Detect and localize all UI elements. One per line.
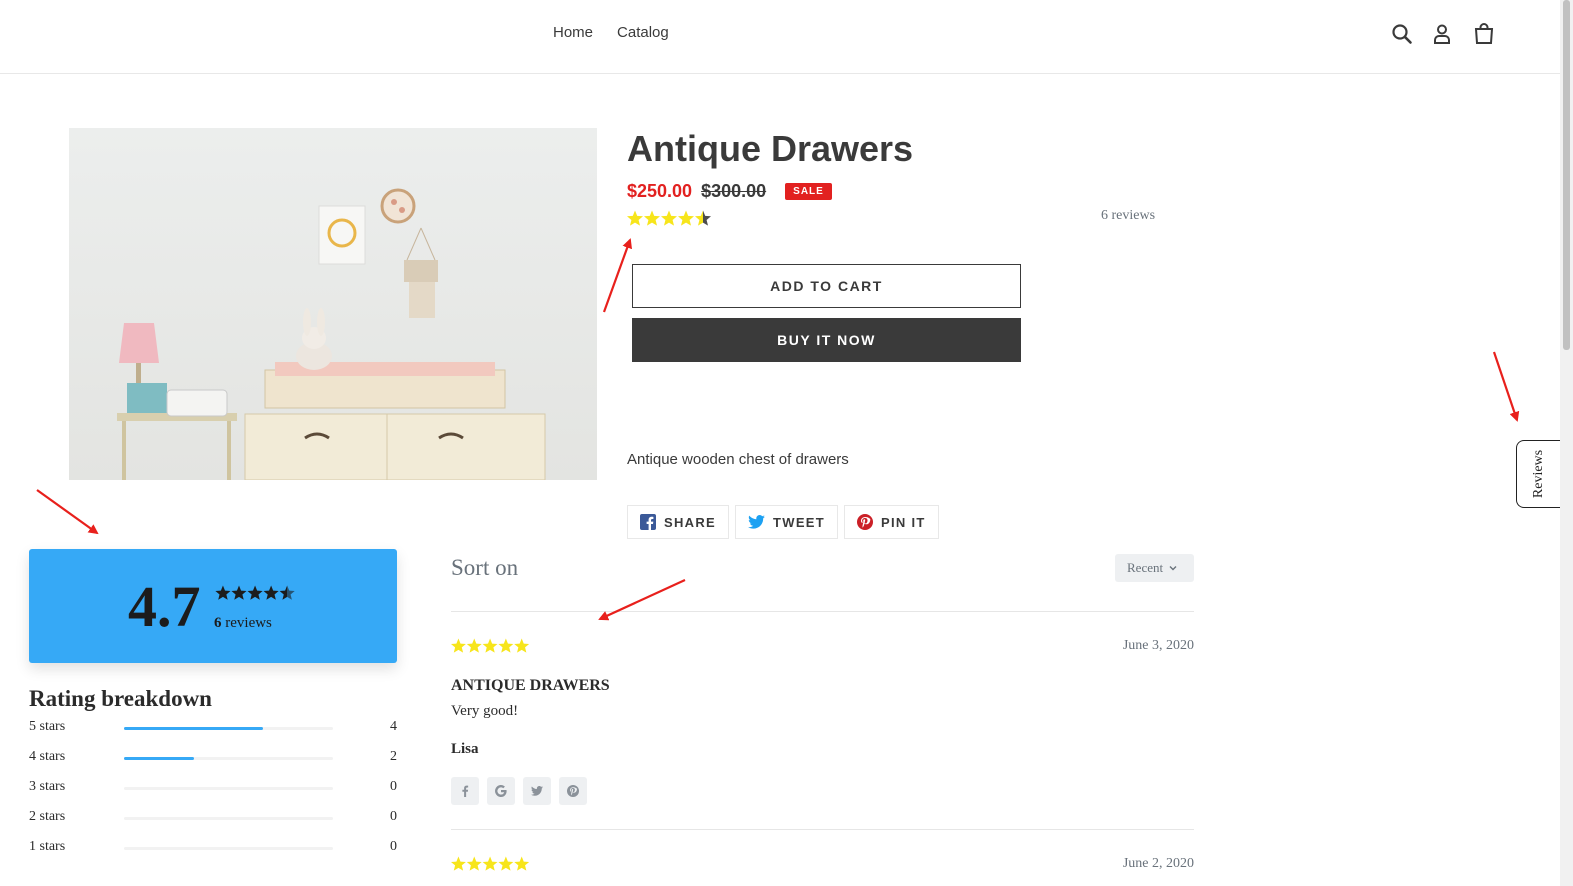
sort-dropdown[interactable]: Recent: [1115, 554, 1194, 582]
add-to-cart-button[interactable]: ADD TO CART: [632, 264, 1021, 308]
regular-price: $300.00: [701, 181, 767, 201]
twitter-icon: [748, 515, 765, 529]
average-rating: 4.7: [128, 574, 201, 639]
chevron-down-icon: [1169, 566, 1177, 571]
breakdown-bar: [124, 787, 333, 790]
star-rating-icon: [451, 638, 530, 653]
google-icon: [495, 785, 507, 797]
review-stars: [451, 856, 531, 877]
review-share-pinterest[interactable]: [559, 777, 587, 805]
breakdown-bar: [124, 727, 333, 730]
star-rating-icon: [627, 210, 711, 226]
facebook-icon: [462, 785, 469, 797]
summary-count-suffix: reviews: [221, 615, 272, 631]
breakdown-count: 2: [390, 749, 397, 764]
breakdown-label: 2 stars: [29, 809, 66, 824]
pinterest-icon: [567, 785, 579, 797]
reviews-side-tab[interactable]: Reviews: [1516, 440, 1560, 508]
review-stars: [451, 638, 531, 659]
cart-icon[interactable]: [1472, 22, 1496, 46]
breakdown-row-5[interactable]: 5 stars 4: [29, 719, 397, 739]
twitter-icon: [531, 786, 543, 796]
star-rating-icon: [451, 856, 530, 871]
scrollbar-thumb[interactable]: [1563, 0, 1570, 350]
review-date: June 3, 2020: [1122, 638, 1194, 653]
breakdown-row-1[interactable]: 1 stars 0: [29, 839, 397, 859]
breakdown-label: 4 stars: [29, 749, 66, 764]
breakdown-row-3[interactable]: 3 stars 0: [29, 779, 397, 799]
share-facebook-label: SHARE: [664, 514, 717, 530]
sale-price: $250.00: [627, 181, 693, 201]
review-divider: [451, 611, 1194, 612]
arrow-annotation: [1492, 351, 1520, 422]
breakdown-row-4[interactable]: 4 stars 2: [29, 749, 397, 769]
breakdown-row-2[interactable]: 2 stars 0: [29, 809, 397, 829]
breakdown-bar-fill: [124, 727, 264, 730]
breakdown-bar: [124, 847, 333, 850]
sort-selected-value: Recent: [1127, 560, 1164, 575]
sort-label: Sort on: [451, 555, 519, 580]
rating-summary-card: 4.7 6 reviews: [29, 549, 397, 663]
product-image[interactable]: [69, 128, 597, 480]
review-divider: [451, 829, 1194, 830]
summary-review-count: 6 reviews: [214, 615, 272, 632]
social-share-row: SHARE TWEET PIN IT: [627, 505, 939, 539]
arrow-annotation: [598, 579, 686, 621]
breakdown-label: 5 stars: [29, 719, 66, 734]
review-body: Very good!: [451, 703, 519, 719]
buy-now-button[interactable]: BUY IT NOW: [632, 318, 1021, 362]
share-twitter-button[interactable]: TWEET: [735, 505, 839, 539]
share-twitter-label: TWEET: [773, 514, 826, 530]
share-pinterest-button[interactable]: PIN IT: [844, 505, 939, 539]
breakdown-count: 0: [390, 809, 397, 824]
site-header: Home Catalog: [0, 0, 1560, 74]
nav-home[interactable]: Home: [553, 24, 593, 41]
review-share-row: [451, 777, 587, 805]
reviews-side-tab-label: Reviews: [1530, 449, 1546, 499]
product-title: Antique Drawers: [627, 128, 914, 169]
review-share-twitter[interactable]: [523, 777, 551, 805]
summary-count-number: 6: [214, 615, 222, 631]
breakdown-count: 4: [390, 719, 397, 734]
breakdown-bar-fill: [124, 757, 194, 760]
breakdown-count: 0: [390, 839, 397, 854]
reviews-count-link[interactable]: 6 reviews: [1101, 208, 1155, 224]
search-icon[interactable]: [1390, 22, 1414, 46]
account-icon[interactable]: [1430, 22, 1454, 46]
breakdown-label: 3 stars: [29, 779, 66, 794]
review-share-facebook[interactable]: [451, 777, 479, 805]
sale-badge: SALE: [785, 183, 832, 200]
review-share-google[interactable]: [487, 777, 515, 805]
star-rating-icon: [215, 585, 295, 600]
summary-star-rating: [214, 585, 298, 607]
review-title: ANTIQUE DRAWERS: [451, 677, 610, 694]
review-date: June 2, 2020: [1122, 856, 1194, 871]
page-scrollbar[interactable]: [1560, 0, 1573, 886]
arrow-annotation: [36, 489, 99, 535]
share-pinterest-label: PIN IT: [881, 514, 926, 530]
product-star-rating[interactable]: [627, 210, 713, 233]
breakdown-count: 0: [390, 779, 397, 794]
review-author: Lisa: [451, 741, 479, 757]
nav-catalog[interactable]: Catalog: [617, 24, 669, 41]
price-row: $250.00 $300.00 SALE: [627, 181, 832, 202]
facebook-icon: [640, 514, 656, 530]
share-facebook-button[interactable]: SHARE: [627, 505, 730, 539]
breakdown-label: 1 stars: [29, 839, 66, 854]
pinterest-icon: [857, 514, 874, 530]
breakdown-bar: [124, 757, 333, 760]
product-description: Antique wooden chest of drawers: [627, 451, 849, 468]
arrow-annotation: [602, 238, 632, 313]
main-nav: Home Catalog: [553, 24, 669, 41]
breakdown-bar: [124, 817, 333, 820]
rating-breakdown-title: Rating breakdown: [29, 686, 212, 711]
